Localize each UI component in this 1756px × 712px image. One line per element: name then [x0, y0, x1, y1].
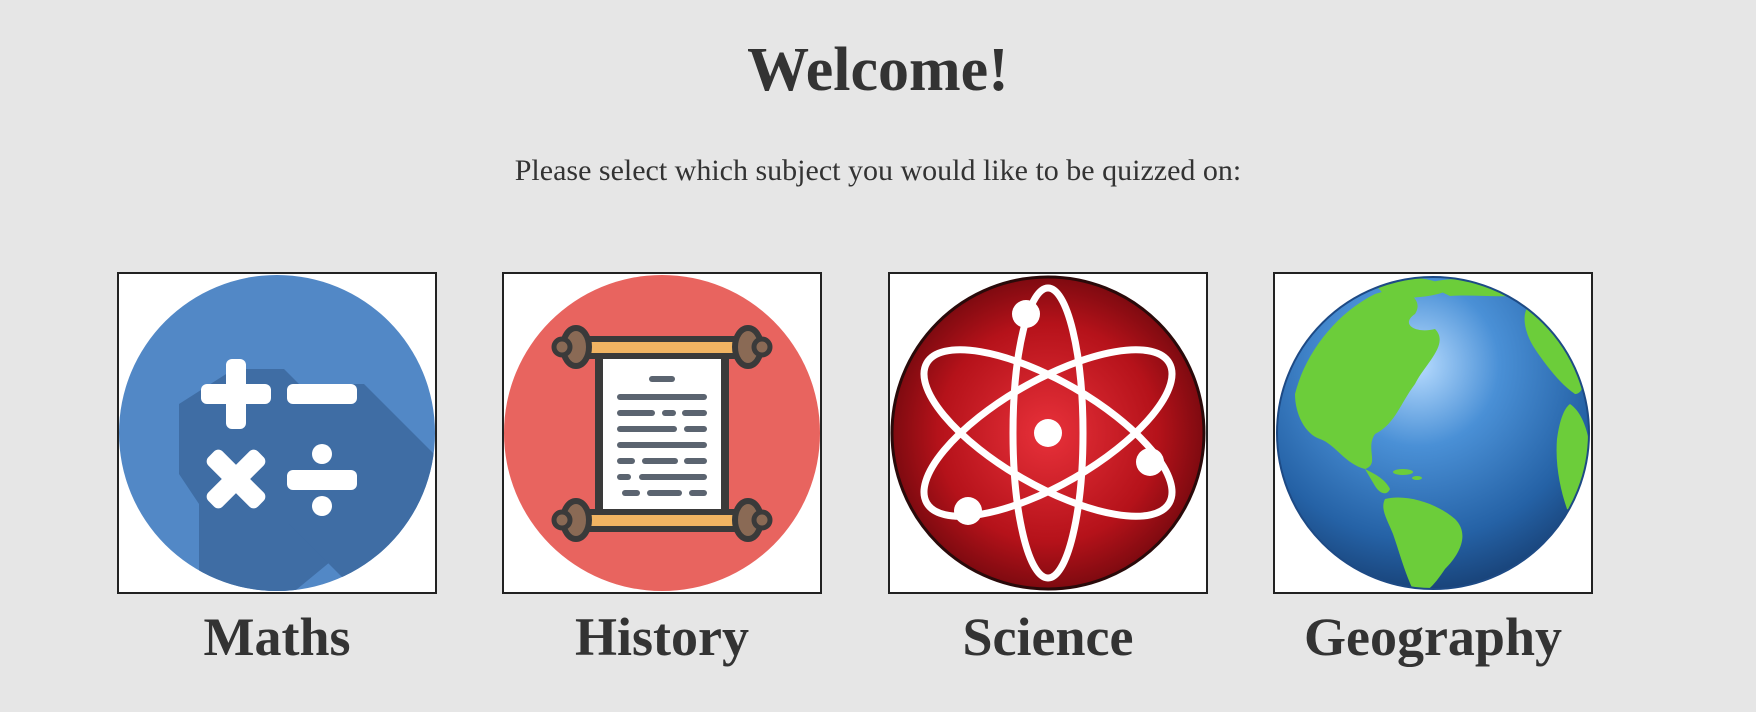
subject-card-science[interactable]: Science	[888, 272, 1208, 692]
subject-image-geography[interactable]	[1273, 272, 1593, 594]
subject-label-maths[interactable]: Maths	[117, 604, 437, 670]
subject-image-science[interactable]	[888, 272, 1208, 594]
subject-label-history[interactable]: History	[502, 604, 822, 670]
page-subtitle: Please select which subject you would li…	[514, 154, 1242, 187]
subject-card-geography[interactable]: Geography	[1273, 272, 1593, 692]
subject-label-geography[interactable]: Geography	[1273, 604, 1593, 670]
subject-image-maths[interactable]	[117, 272, 437, 594]
atom-icon	[890, 274, 1206, 592]
page-title: Welcome!	[747, 36, 1009, 104]
globe-icon	[1275, 274, 1591, 592]
math-operators-icon	[119, 274, 435, 592]
subject-card-maths[interactable]: Maths	[117, 272, 437, 692]
subject-card-history[interactable]: History	[502, 272, 822, 692]
subject-image-history[interactable]	[502, 272, 822, 594]
subject-label-science[interactable]: Science	[888, 604, 1208, 670]
scroll-icon	[504, 274, 820, 592]
